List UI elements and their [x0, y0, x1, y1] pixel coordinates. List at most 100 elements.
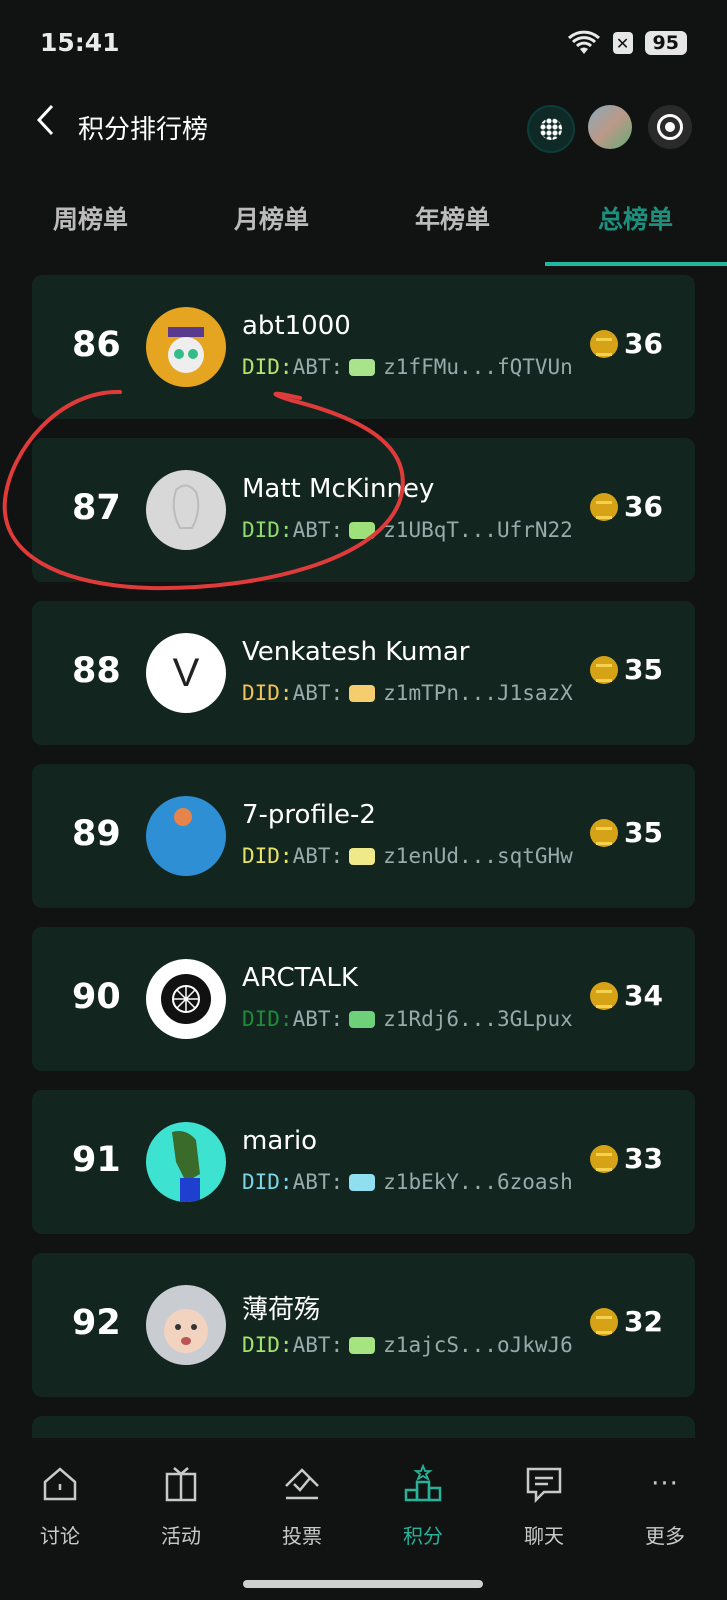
avatar	[146, 307, 226, 387]
status-bar: 15:41 ✕ 95	[0, 0, 727, 88]
home-indicator[interactable]	[243, 1580, 483, 1588]
coin-icon	[590, 492, 619, 521]
did-value: z1Rdj6...3GLpux	[383, 1007, 573, 1031]
did-chip-icon	[349, 358, 376, 376]
rank-number: 86	[72, 325, 121, 365]
avatar	[146, 959, 226, 1039]
list-item[interactable]: 89 7-profile-2 DID: ABT: z1enUd...sqtGHw 3…	[32, 764, 695, 908]
points: 35	[590, 816, 663, 849]
coin-icon	[590, 1307, 619, 1336]
period-tabs: 周榜单 月榜单 年榜单 总榜单	[0, 186, 727, 268]
did-method: ABT:	[292, 844, 344, 868]
did-chip-icon	[349, 521, 376, 539]
did-value: z1ajcS...oJkwJ6	[383, 1333, 573, 1357]
home-icon	[43, 1467, 77, 1501]
nav-label: 积分	[403, 1524, 443, 1548]
user-name: 7-profile-2	[242, 800, 376, 830]
did-value: z1fFMu...fQTVUn	[383, 355, 573, 379]
did-method: ABT:	[292, 681, 344, 705]
did-prefix: DID:	[242, 844, 293, 868]
did-chip-icon	[349, 1173, 376, 1191]
did-address: DID: ABT: z1UBqT...UfrN22	[242, 518, 573, 542]
coin-icon	[590, 818, 619, 847]
coin-icon	[590, 329, 619, 358]
chat-icon	[526, 1467, 562, 1504]
did-value: z1mTPn...J1sazX	[383, 681, 573, 705]
active-tab-indicator	[545, 262, 727, 266]
avatar-letter: V	[172, 650, 200, 695]
did-chip-icon	[349, 1010, 376, 1028]
points: 36	[590, 490, 663, 523]
tab-yearly[interactable]: 年榜单	[362, 200, 543, 236]
did-address: DID: ABT: z1fFMu...fQTVUn	[242, 355, 573, 379]
did-method: ABT:	[292, 1007, 344, 1031]
back-icon[interactable]	[34, 103, 56, 144]
user-name: ARCTALK	[242, 963, 358, 993]
coin-icon	[590, 655, 619, 684]
blocklet-icon[interactable]	[527, 105, 575, 153]
user-avatar[interactable]	[588, 105, 632, 149]
coin-icon	[590, 981, 619, 1010]
did-address: DID: ABT: z1bEkY...6zoash	[242, 1170, 573, 1194]
points-value: 33	[624, 1142, 663, 1175]
gift-icon	[165, 1467, 197, 1502]
nav-activity[interactable]: 活动	[121, 1460, 241, 1549]
user-name: abt1000	[242, 311, 351, 341]
nav-points[interactable]: 积分	[363, 1460, 483, 1549]
sim-off-icon: ✕	[612, 32, 633, 54]
nav-label: 投票	[282, 1524, 322, 1548]
nav-vote[interactable]: 投票	[242, 1460, 362, 1549]
list-item[interactable]: 90 ARCTALK DID: ABT: z1Rdj6...3GLpux 34	[32, 927, 695, 1071]
user-name: Matt McKinney	[242, 474, 435, 504]
points: 34	[590, 979, 663, 1012]
nav-discussion[interactable]: 讨论	[0, 1460, 120, 1549]
points-value: 32	[624, 1305, 663, 1338]
did-method: ABT:	[292, 355, 344, 379]
vote-icon	[285, 1468, 319, 1500]
rank-number: 91	[72, 1140, 121, 1180]
rank-number: 89	[72, 814, 121, 854]
list-item[interactable]: 88 V Venkatesh Kumar DID: ABT: z1mTPn...J1…	[32, 601, 695, 745]
list-item[interactable]: 87 Matt McKinney DID: ABT: z1UBqT...UfrN22…	[32, 438, 695, 582]
rank-number: 92	[72, 1303, 121, 1343]
did-prefix: DID:	[242, 1333, 293, 1357]
did-value: z1UBqT...UfrN22	[383, 518, 573, 542]
nav-label: 聊天	[524, 1524, 564, 1548]
nav-label: 讨论	[40, 1524, 80, 1548]
did-chip-icon	[349, 684, 376, 702]
rank-number: 88	[72, 651, 121, 691]
wifi-icon	[567, 30, 600, 54]
did-address: DID: ABT: z1mTPn...J1sazX	[242, 681, 573, 705]
did-chip-icon	[349, 1336, 376, 1354]
did-address: DID: ABT: z1Rdj6...3GLpux	[242, 1007, 573, 1031]
nav-label: 活动	[161, 1524, 201, 1548]
did-prefix: DID:	[242, 355, 293, 379]
did-address: DID: ABT: z1enUd...sqtGHw	[242, 844, 573, 868]
avatar	[146, 470, 226, 550]
list-item[interactable]: 91 mario DID: ABT: z1bEkY...6zoash 33	[32, 1090, 695, 1234]
list-item[interactable]: 86 abt1000 DID: ABT: z1fFMu...fQTVUn 36	[32, 275, 695, 419]
record-icon[interactable]	[648, 105, 692, 149]
tab-weekly[interactable]: 周榜单	[0, 200, 181, 236]
did-prefix: DID:	[242, 1170, 293, 1194]
points: 33	[590, 1142, 663, 1175]
app-header: 积分排行榜	[0, 95, 727, 161]
tab-monthly[interactable]: 月榜单	[181, 200, 362, 236]
did-value: z1enUd...sqtGHw	[383, 844, 573, 868]
avatar	[146, 1122, 226, 1202]
nav-label: 更多	[645, 1524, 685, 1548]
user-name: 薄荷殇	[242, 1295, 321, 1325]
tab-total[interactable]: 总榜单	[545, 200, 726, 236]
did-method: ABT:	[292, 1170, 344, 1194]
list-item[interactable]: 92 薄荷殇 DID: ABT: z1ajcS...oJkwJ6 32	[32, 1253, 695, 1397]
nav-more[interactable]: ··· 更多	[605, 1460, 725, 1549]
nav-chat[interactable]: 聊天	[484, 1460, 604, 1549]
user-name: Venkatesh Kumar	[242, 637, 470, 667]
points: 35	[590, 653, 663, 686]
rank-number: 87	[72, 488, 121, 528]
avatar: V	[146, 633, 226, 713]
points-value: 35	[624, 816, 663, 849]
battery-level: 95	[644, 31, 687, 55]
did-prefix: DID:	[242, 1007, 293, 1031]
did-prefix: DID:	[242, 518, 293, 542]
